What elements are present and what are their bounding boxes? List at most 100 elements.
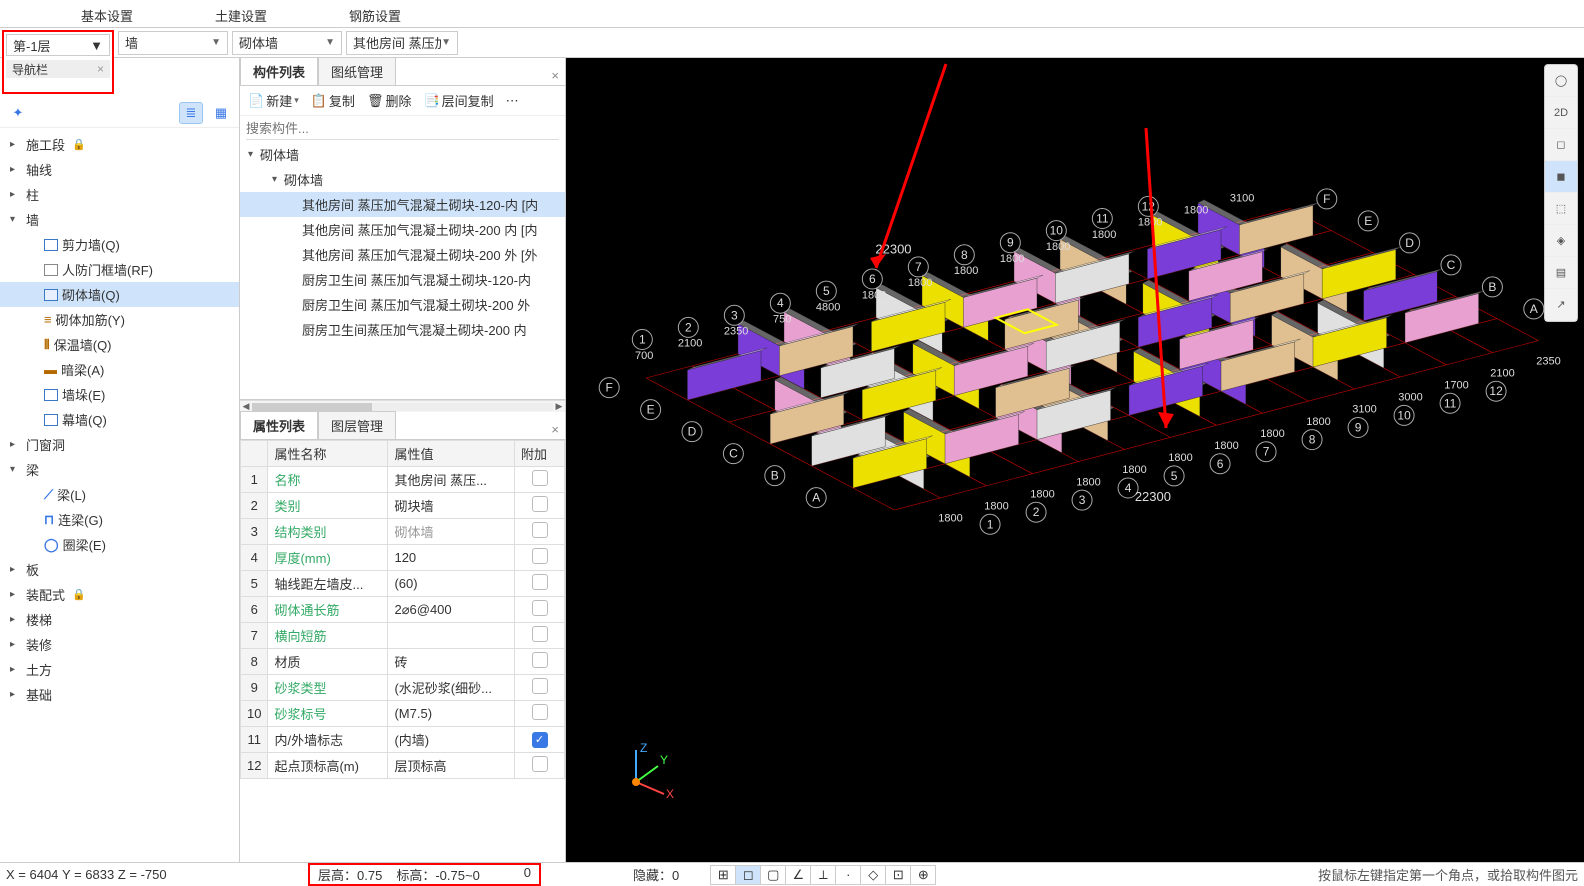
tree-beam-l[interactable]: ⟋梁(L) — [0, 482, 239, 507]
tree-beam[interactable]: ▾梁 — [0, 457, 239, 482]
new-button[interactable]: 📄新建▾ — [246, 89, 301, 112]
tree-curtain-wall[interactable]: 幕墙(Q) — [0, 407, 239, 432]
close-icon[interactable]: × — [545, 420, 565, 439]
property-row[interactable]: 11 内/外墙标志 (内墙) ✓ — [241, 727, 565, 753]
select-icon[interactable]: ⬚ — [1545, 193, 1577, 225]
prop-extra[interactable] — [515, 675, 565, 701]
tree-section[interactable]: ▸施工段🔒 — [0, 132, 239, 157]
prop-extra[interactable] — [515, 597, 565, 623]
property-row[interactable]: 3 结构类别 砌体墙 — [241, 519, 565, 545]
tree-prefab[interactable]: ▸装配式🔒 — [0, 582, 239, 607]
prop-extra[interactable] — [515, 571, 565, 597]
property-row[interactable]: 7 横向短筋 — [241, 623, 565, 649]
prop-value[interactable]: 砌体墙 — [388, 519, 515, 545]
tree-hidden-beam[interactable]: ▬暗梁(A) — [0, 357, 239, 382]
prop-extra[interactable] — [515, 493, 565, 519]
comp-item[interactable]: 厨房卫生间 蒸压加气混凝土砌块-120-内 — [240, 267, 565, 292]
category-dropdown[interactable]: 墙▼ — [118, 31, 228, 55]
prop-value[interactable]: (水泥砂浆(细砂... — [388, 675, 515, 701]
snap-icon[interactable]: · — [835, 865, 861, 885]
prop-value[interactable]: (内墙) — [388, 727, 515, 753]
tab-drawing-mgmt[interactable]: 图纸管理 — [318, 57, 396, 85]
prop-value[interactable]: (60) — [388, 571, 515, 597]
cube-wire-icon[interactable]: ◻ — [1545, 129, 1577, 161]
prop-value[interactable]: 2⌀6@400 — [388, 597, 515, 623]
subcategory-dropdown[interactable]: 砌体墙▼ — [232, 31, 342, 55]
prop-extra[interactable] — [515, 753, 565, 779]
layer-copy-button[interactable]: 📑层间复制 — [421, 89, 495, 112]
comp-node[interactable]: ▾砌体墙 — [240, 142, 565, 167]
tree-earth[interactable]: ▸土方 — [0, 657, 239, 682]
property-row[interactable]: 10 砂浆标号 (M7.5) — [241, 701, 565, 727]
snap-icon[interactable]: ⟂ — [810, 865, 836, 885]
prop-value[interactable]: 砖 — [388, 649, 515, 675]
tab-basic[interactable]: 基本设置 — [40, 0, 174, 27]
close-icon[interactable]: × — [545, 66, 565, 85]
prop-extra[interactable]: ✓ — [515, 727, 565, 753]
comp-item[interactable]: 其他房间 蒸压加气混凝土砌块-200 外 [外 — [240, 242, 565, 267]
globe-icon[interactable]: ◯ — [1545, 65, 1577, 97]
prop-extra[interactable] — [515, 649, 565, 675]
prop-extra[interactable] — [515, 467, 565, 493]
prop-value[interactable]: (M7.5) — [388, 701, 515, 727]
property-row[interactable]: 2 类别 砌块墙 — [241, 493, 565, 519]
tree-door[interactable]: ▸门窗洞 — [0, 432, 239, 457]
floor-dropdown[interactable]: 第-1层▼ — [6, 34, 110, 56]
tab-component-list[interactable]: 构件列表 — [240, 57, 318, 85]
tab-rebar[interactable]: 钢筋设置 — [308, 0, 442, 27]
tree-wall-pier[interactable]: 墙垛(E) — [0, 382, 239, 407]
snap-icon[interactable]: ∠ — [785, 865, 811, 885]
close-icon[interactable]: × — [97, 62, 104, 76]
comp-node[interactable]: ▾砌体墙 — [240, 167, 565, 192]
prop-value[interactable] — [388, 623, 515, 649]
tab-properties[interactable]: 属性列表 — [240, 411, 318, 439]
prop-extra[interactable] — [515, 701, 565, 727]
prop-value[interactable]: 砌块墙 — [388, 493, 515, 519]
tree-rf-wall[interactable]: 人防门框墙(RF) — [0, 257, 239, 282]
delete-button[interactable]: 🗑删除 — [365, 89, 414, 112]
property-row[interactable]: 1 名称 其他房间 蒸压... — [241, 467, 565, 493]
copy-button[interactable]: 📋复制 — [309, 89, 357, 112]
2d-icon[interactable]: 2D — [1545, 97, 1577, 129]
list-view-icon[interactable]: ≣ — [179, 102, 203, 124]
tree-masonry-rebar[interactable]: ≡砌体加筋(Y) — [0, 307, 239, 332]
3d-viewport[interactable]: 123456789101112123456789101112ABCDEFABCD… — [566, 58, 1584, 862]
property-row[interactable]: 9 砂浆类型 (水泥砂浆(细砂... — [241, 675, 565, 701]
add-icon[interactable]: ✦ — [6, 102, 30, 124]
snap-icon[interactable]: ⊞ — [710, 865, 736, 885]
comp-item[interactable]: 厨房卫生间 蒸压加气混凝土砌块-200 外 — [240, 292, 565, 317]
tab-layer-mgmt[interactable]: 图层管理 — [318, 411, 396, 439]
scroll-right-icon[interactable]: ▶ — [553, 401, 565, 412]
comp-item[interactable]: 厨房卫生间蒸压加气混凝土砌块-200 内 — [240, 317, 565, 342]
h-scrollbar[interactable]: ◀ ▶ — [240, 400, 565, 412]
property-row[interactable]: 4 厚度(mm) 120 — [241, 545, 565, 571]
tree-wall[interactable]: ▾墙 — [0, 207, 239, 232]
property-row[interactable]: 12 起点顶标高(m) 层顶标高 — [241, 753, 565, 779]
tree-column[interactable]: ▸柱 — [0, 182, 239, 207]
prop-extra[interactable] — [515, 519, 565, 545]
tree-insulation-wall[interactable]: ⦀保温墙(Q) — [0, 332, 239, 357]
tree-beam-g[interactable]: ⊓连梁(G) — [0, 507, 239, 532]
cube-solid-icon[interactable]: ◼ — [1545, 161, 1577, 193]
tree-deco[interactable]: ▸装修 — [0, 632, 239, 657]
search-input[interactable] — [246, 118, 559, 140]
prop-extra[interactable] — [515, 623, 565, 649]
snap-icon[interactable]: ◇ — [860, 865, 886, 885]
property-row[interactable]: 5 轴线距左墙皮... (60) — [241, 571, 565, 597]
tree-stair[interactable]: ▸楼梯 — [0, 607, 239, 632]
property-row[interactable]: 6 砌体通长筋 2⌀6@400 — [241, 597, 565, 623]
more-icon[interactable]: ⋯ — [504, 91, 521, 111]
tree-beam-e[interactable]: ◯圈梁(E) — [0, 532, 239, 557]
grid-view-icon[interactable]: ▦ — [209, 102, 233, 124]
prop-value[interactable]: 层顶标高 — [388, 753, 515, 779]
prop-value[interactable]: 120 — [388, 545, 515, 571]
tree-masonry-wall[interactable]: 砌体墙(Q) — [0, 282, 239, 307]
axis-gizmo[interactable]: Z X Y — [616, 742, 676, 802]
prop-extra[interactable] — [515, 545, 565, 571]
prop-value[interactable]: 其他房间 蒸压... — [388, 467, 515, 493]
property-row[interactable]: 8 材质 砖 — [241, 649, 565, 675]
snap-icon[interactable]: ⊕ — [910, 865, 936, 885]
tree-found[interactable]: ▸基础 — [0, 682, 239, 707]
snap-icon[interactable]: ▢ — [760, 865, 786, 885]
snap-icon[interactable]: ⊡ — [885, 865, 911, 885]
